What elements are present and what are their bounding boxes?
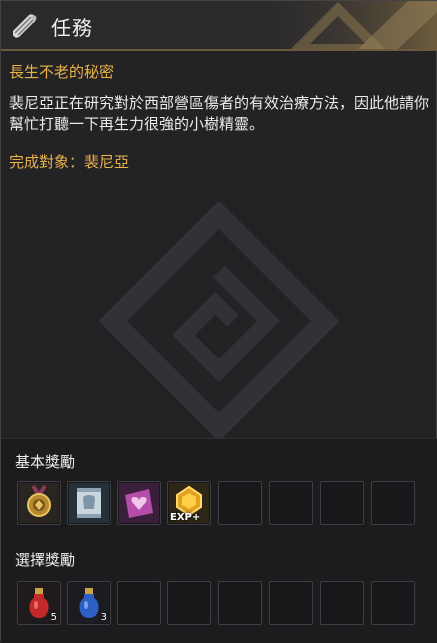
reward-slot-blue-potion[interactable]: 3 xyxy=(67,581,111,625)
empty-reward-slot xyxy=(320,481,364,525)
reward-slot-medal[interactable] xyxy=(17,481,61,525)
empty-reward-slot xyxy=(218,581,262,625)
armor-scroll-icon xyxy=(69,483,109,523)
empty-reward-slot xyxy=(117,581,161,625)
empty-reward-slot xyxy=(269,581,313,625)
reward-slot-heart-card[interactable] xyxy=(117,481,161,525)
empty-reward-slot xyxy=(371,481,415,525)
reward-slot-red-potion[interactable]: 5 xyxy=(17,581,61,625)
empty-reward-slot xyxy=(371,581,415,625)
quest-window: 任務 長生不老的秘密 裴尼亞正在研究對於西部營區傷者的有效治療方法，因此他請你幫… xyxy=(0,0,437,643)
scroll-icon xyxy=(13,14,37,38)
empty-reward-slot xyxy=(269,481,313,525)
empty-reward-slot xyxy=(320,581,364,625)
quest-description: 裴尼亞正在研究對於西部營區傷者的有效治療方法，因此他請你幫忙打聽一下再生力很強的… xyxy=(9,94,430,133)
medal-icon xyxy=(19,483,59,523)
item-count: 5 xyxy=(50,612,57,623)
quest-name: 長生不老的秘密 xyxy=(9,63,115,81)
choice-reward-label: 選擇獎勵 xyxy=(15,551,76,569)
reward-slot-armor-scroll[interactable] xyxy=(67,481,111,525)
item-count: 3 xyxy=(100,612,107,623)
basic-reward-label: 基本獎勵 xyxy=(15,453,76,471)
window-header: 任務 xyxy=(1,1,437,51)
reward-slot-exp[interactable]: EXP+ xyxy=(167,481,211,525)
window-title: 任務 xyxy=(51,16,93,40)
quest-objective: 完成對象：裴尼亞 xyxy=(9,153,130,171)
reward-panel: 基本獎勵 EXP+ 選擇獎勵 5 3 xyxy=(1,438,437,643)
heart-card-icon xyxy=(119,483,159,523)
empty-reward-slot xyxy=(218,481,262,525)
empty-reward-slot xyxy=(167,581,211,625)
exp-label: EXP+ xyxy=(170,512,201,523)
header-decoration xyxy=(238,1,437,49)
watermark-emblem xyxy=(99,201,339,441)
